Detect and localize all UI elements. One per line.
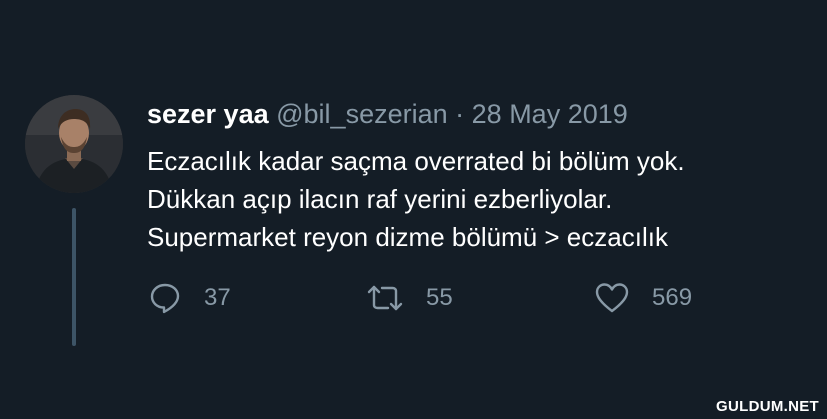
like-count: 569 bbox=[652, 284, 693, 311]
retweet-button[interactable]: 55 bbox=[366, 280, 453, 316]
reply-button[interactable]: 37 bbox=[148, 280, 231, 316]
like-button[interactable]: 569 bbox=[594, 280, 692, 316]
tweet-date[interactable]: 28 May 2019 bbox=[472, 99, 628, 129]
heart-icon bbox=[594, 281, 630, 315]
tweet-text: Eczacılık kadar saçma overrated bi bölüm… bbox=[147, 142, 817, 256]
display-name[interactable]: sezer yaa bbox=[147, 99, 269, 129]
tweet-header: sezer yaa @bil_sezerian · 28 May 2019 bbox=[147, 97, 628, 131]
retweet-count: 55 bbox=[426, 284, 453, 311]
avatar[interactable] bbox=[25, 95, 123, 193]
handle[interactable]: @bil_sezerian bbox=[276, 99, 448, 129]
tweet-line: Supermarket reyon dizme bölümü > eczacıl… bbox=[147, 222, 668, 252]
watermark-logo: GULDUM.NET bbox=[716, 398, 819, 415]
tweet-line: Eczacılık kadar saçma overrated bi bölüm… bbox=[147, 146, 685, 176]
separator: · bbox=[455, 99, 465, 129]
retweet-icon bbox=[366, 281, 404, 315]
reply-count: 37 bbox=[204, 284, 231, 311]
reply-icon bbox=[148, 281, 182, 315]
tweet-line: Dükkan açıp ilacın raf yerini ezberliyol… bbox=[147, 184, 613, 214]
avatar-photo bbox=[25, 95, 123, 193]
thread-line bbox=[72, 208, 76, 346]
